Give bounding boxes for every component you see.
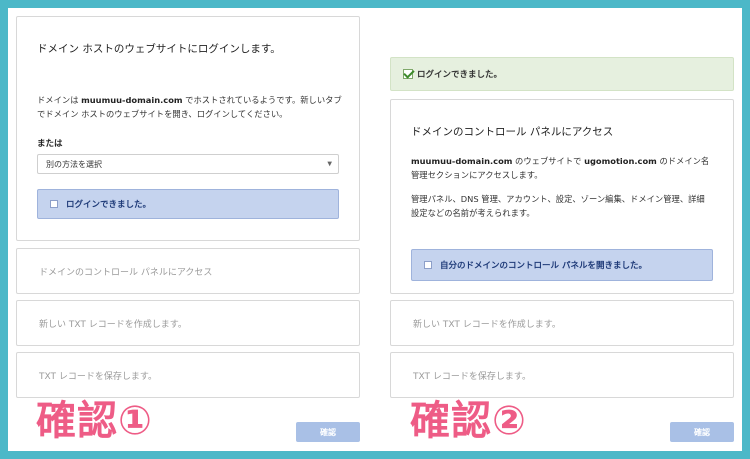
- screenshot-canvas: ドメイン ホストのウェブサイトにログインします。 ドメインは muumuu-do…: [8, 8, 742, 451]
- right-step4-card[interactable]: TXT レコードを保存します。: [390, 352, 734, 398]
- login-success-banner: ログインできました。: [390, 57, 734, 91]
- login-done-label: ログインできました。: [66, 200, 152, 210]
- left-step3-label: 新しい TXT レコードを作成します。: [39, 319, 187, 330]
- left-desc-prefix: ドメインは: [37, 95, 82, 105]
- login-success-label: ログインできました。: [417, 70, 503, 80]
- left-step2-label: ドメインのコントロール パネルにアクセス: [39, 267, 213, 278]
- left-step1-title: ドメイン ホストのウェブサイトにログインします。: [37, 43, 281, 55]
- right-step2-title: ドメインのコントロール パネルにアクセス: [411, 126, 614, 138]
- login-done-checkbox[interactable]: ログインできました。: [37, 189, 339, 219]
- or-label: または: [37, 139, 63, 149]
- control-panel-open-label: 自分のドメインのコントロール パネルを開きました。: [440, 261, 647, 271]
- left-confirm-button[interactable]: 確認: [296, 422, 360, 442]
- control-panel-open-checkbox[interactable]: 自分のドメインのコントロール パネルを開きました。: [411, 249, 713, 281]
- left-step1-card: ドメイン ホストのウェブサイトにログインします。 ドメインは muumuu-do…: [16, 16, 360, 241]
- right-step3-label: 新しい TXT レコードを作成します。: [413, 319, 561, 330]
- left-step2-card[interactable]: ドメインのコントロール パネルにアクセス: [16, 248, 360, 294]
- right-desc-mid1: のウェブサイトで: [512, 156, 585, 166]
- right-annotation-label: 確認②: [410, 398, 527, 444]
- chevron-down-icon: ▼: [327, 160, 332, 168]
- check-icon: [403, 69, 413, 79]
- checkbox-icon: [50, 200, 58, 208]
- left-desc-domain: muumuu-domain.com: [81, 95, 183, 105]
- right-step3-card[interactable]: 新しい TXT レコードを作成します。: [390, 300, 734, 346]
- right-confirm-button[interactable]: 確認: [670, 422, 734, 442]
- right-desc-site: ugomotion.com: [584, 156, 657, 166]
- right-step2-description2: 管理パネル、DNS 管理、アカウント、設定、ゾーン編集、ドメイン管理、詳細設定な…: [411, 194, 705, 218]
- left-step4-card[interactable]: TXT レコードを保存します。: [16, 352, 360, 398]
- left-annotation-label: 確認①: [36, 398, 153, 444]
- left-step4-label: TXT レコードを保存します。: [39, 371, 157, 382]
- right-step4-label: TXT レコードを保存します。: [413, 371, 531, 382]
- method-select[interactable]: 別の方法を選択 ▼: [37, 154, 339, 174]
- left-step3-card[interactable]: 新しい TXT レコードを作成します。: [16, 300, 360, 346]
- right-step2-card: ドメインのコントロール パネルにアクセス muumuu-domain.com の…: [390, 99, 734, 294]
- method-select-value: 別の方法を選択: [46, 159, 102, 169]
- left-step1-description: ドメインは muumuu-domain.com でホストされているようです。新し…: [37, 93, 347, 121]
- right-desc-domain: muumuu-domain.com: [411, 156, 513, 166]
- checkbox-icon: [424, 261, 432, 269]
- right-step2-description: muumuu-domain.com のウェブサイトで ugomotion.com…: [411, 154, 711, 182]
